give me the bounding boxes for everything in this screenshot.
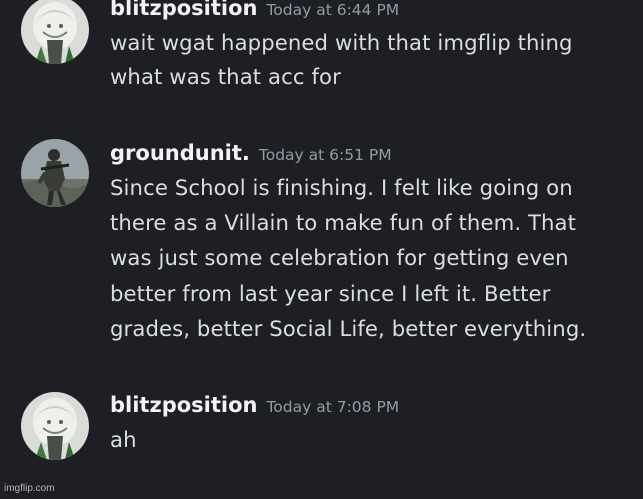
message-text: ah: [110, 427, 137, 452]
anime-character-avatar-icon: [21, 392, 89, 460]
avatar[interactable]: [21, 392, 89, 460]
timestamp: Today at 7:08 PM: [266, 398, 400, 416]
watermark: imgflip.com: [4, 483, 55, 494]
message-group: blitzposition Today at 7:08 PM ah: [0, 0, 643, 470]
message-header: blitzposition Today at 7:08 PM: [110, 393, 399, 417]
username[interactable]: blitzposition: [110, 393, 257, 417]
